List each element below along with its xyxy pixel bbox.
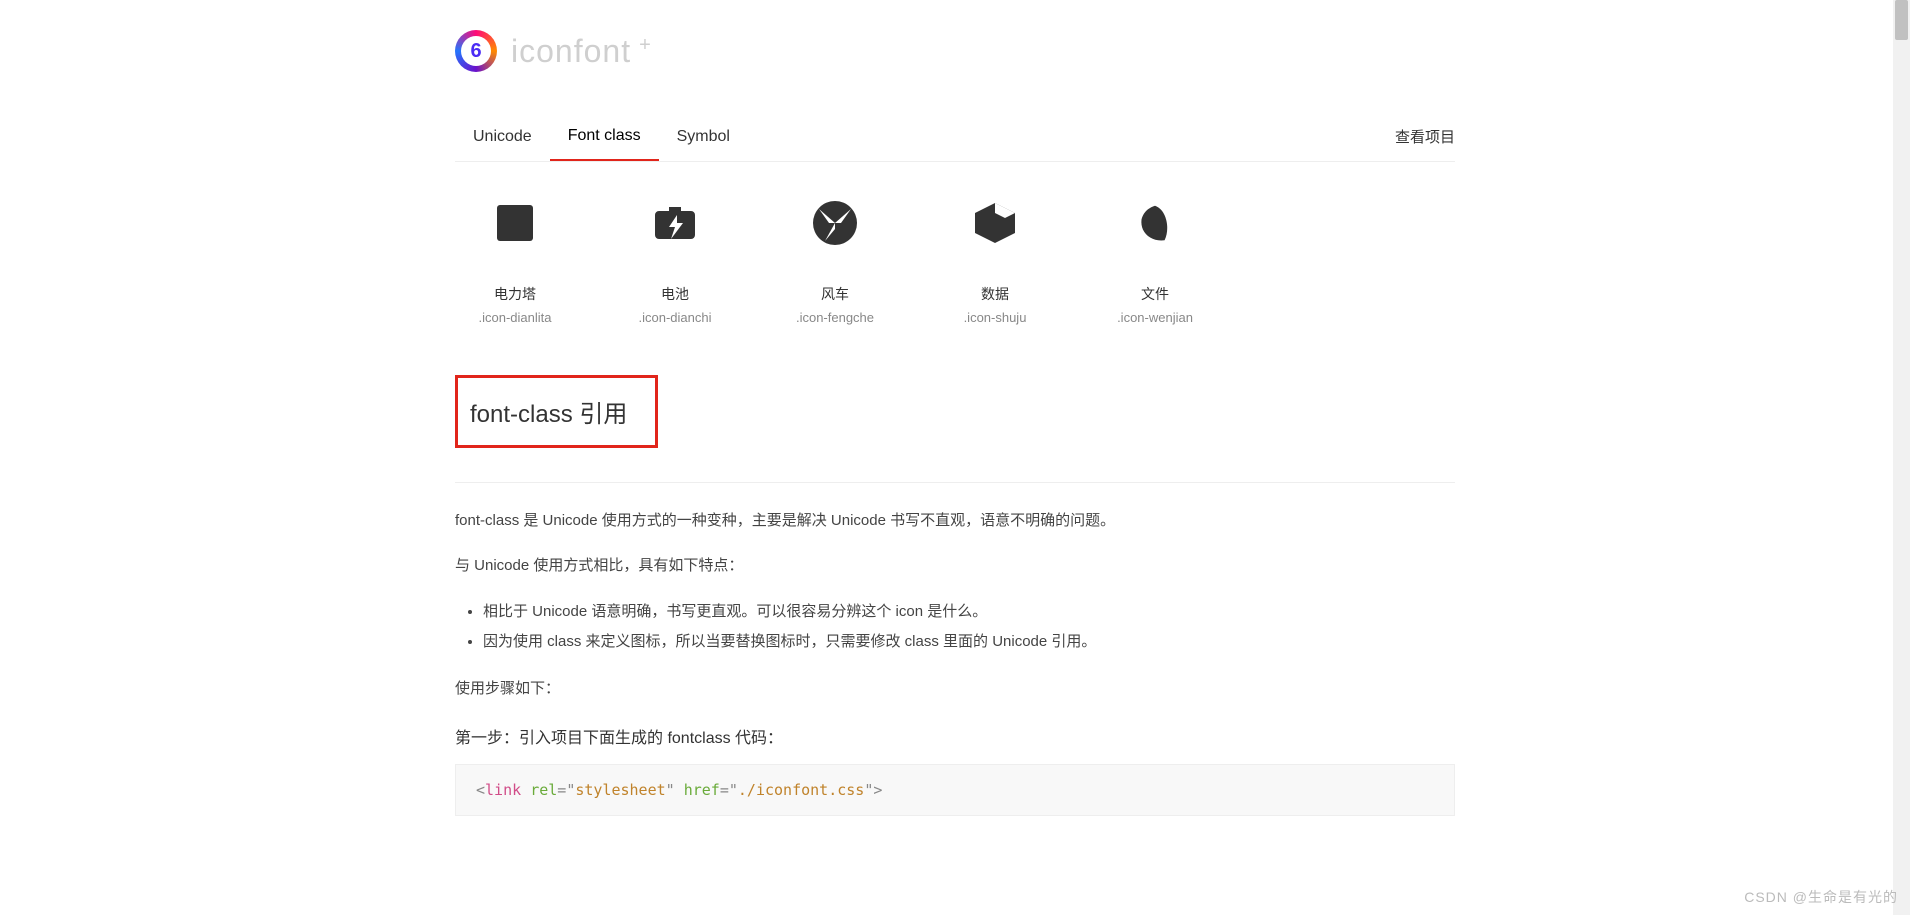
watermark: CSDN @生命是有光的 bbox=[1744, 887, 1898, 907]
icon-label: 数据 bbox=[981, 284, 1009, 304]
section-title: font-class 引用 bbox=[470, 394, 627, 429]
icon-cell-shuju[interactable]: 数据 .icon-shuju bbox=[945, 198, 1045, 325]
icon-cell-dianlita[interactable]: 电力塔 .icon-dianlita bbox=[465, 198, 565, 325]
icon-class: .icon-shuju bbox=[964, 310, 1027, 325]
view-project-link[interactable]: 查看项目 bbox=[1395, 112, 1455, 161]
battery-icon bbox=[650, 198, 700, 248]
icon-class: .icon-wenjian bbox=[1117, 310, 1193, 325]
code-attr: href bbox=[684, 781, 720, 799]
code-val: stylesheet bbox=[575, 781, 665, 799]
paragraph: 使用步骤如下： bbox=[455, 675, 1455, 702]
paragraph: font-class 是 Unicode 使用方式的一种变种，主要是解决 Uni… bbox=[455, 507, 1455, 534]
windmill-icon bbox=[810, 198, 860, 248]
tabs: Unicode Font class Symbol 查看项目 bbox=[455, 112, 1455, 162]
logo-text: iconfont bbox=[511, 33, 631, 70]
code-tag: link bbox=[485, 781, 521, 799]
icon-class: .icon-dianlita bbox=[479, 310, 552, 325]
tab-symbol[interactable]: Symbol bbox=[659, 114, 748, 160]
plus-icon: + bbox=[639, 34, 651, 57]
paragraph: 与 Unicode 使用方式相比，具有如下特点： bbox=[455, 552, 1455, 579]
code-block: <link rel="stylesheet" href="./iconfont.… bbox=[455, 764, 1455, 816]
scrollbar[interactable] bbox=[1893, 0, 1910, 915]
icon-label: 电力塔 bbox=[494, 284, 536, 304]
logo: iconfont + bbox=[455, 30, 1455, 72]
step-heading: 第一步：引入项目下面生成的 fontclass 代码： bbox=[455, 724, 1455, 748]
tab-fontclass[interactable]: Font class bbox=[550, 113, 659, 161]
icon-cell-dianchi[interactable]: 电池 .icon-dianchi bbox=[625, 198, 725, 325]
bullet-list: 相比于 Unicode 语意明确，书写更直观。可以很容易分辨这个 icon 是什… bbox=[455, 597, 1455, 657]
section-title-highlight: font-class 引用 bbox=[455, 375, 658, 448]
logo-icon bbox=[455, 30, 497, 72]
tab-unicode[interactable]: Unicode bbox=[455, 114, 550, 160]
icon-cell-wenjian[interactable]: 文件 .icon-wenjian bbox=[1105, 198, 1205, 325]
icon-label: 风车 bbox=[821, 284, 849, 304]
divider bbox=[455, 482, 1455, 483]
list-item: 相比于 Unicode 语意明确，书写更直观。可以很容易分辨这个 icon 是什… bbox=[483, 597, 1455, 627]
icon-label: 文件 bbox=[1141, 284, 1169, 304]
icon-cell-fengche[interactable]: 风车 .icon-fengche bbox=[785, 198, 885, 325]
file-icon bbox=[1130, 198, 1180, 248]
data-icon bbox=[970, 198, 1020, 248]
icon-class: .icon-dianchi bbox=[639, 310, 712, 325]
page-content: iconfont + Unicode Font class Symbol 查看项… bbox=[455, 0, 1455, 846]
code-val: ./iconfont.css bbox=[738, 781, 864, 799]
tower-icon bbox=[490, 198, 540, 248]
icon-grid: 电力塔 .icon-dianlita 电池 .icon-dianchi 风车 .… bbox=[465, 198, 1455, 325]
list-item: 因为使用 class 来定义图标，所以当要替换图标时，只需要修改 class 里… bbox=[483, 627, 1455, 657]
icon-class: .icon-fengche bbox=[796, 310, 874, 325]
icon-label: 电池 bbox=[661, 284, 689, 304]
code-attr: rel bbox=[530, 781, 557, 799]
scrollbar-thumb[interactable] bbox=[1895, 0, 1908, 40]
